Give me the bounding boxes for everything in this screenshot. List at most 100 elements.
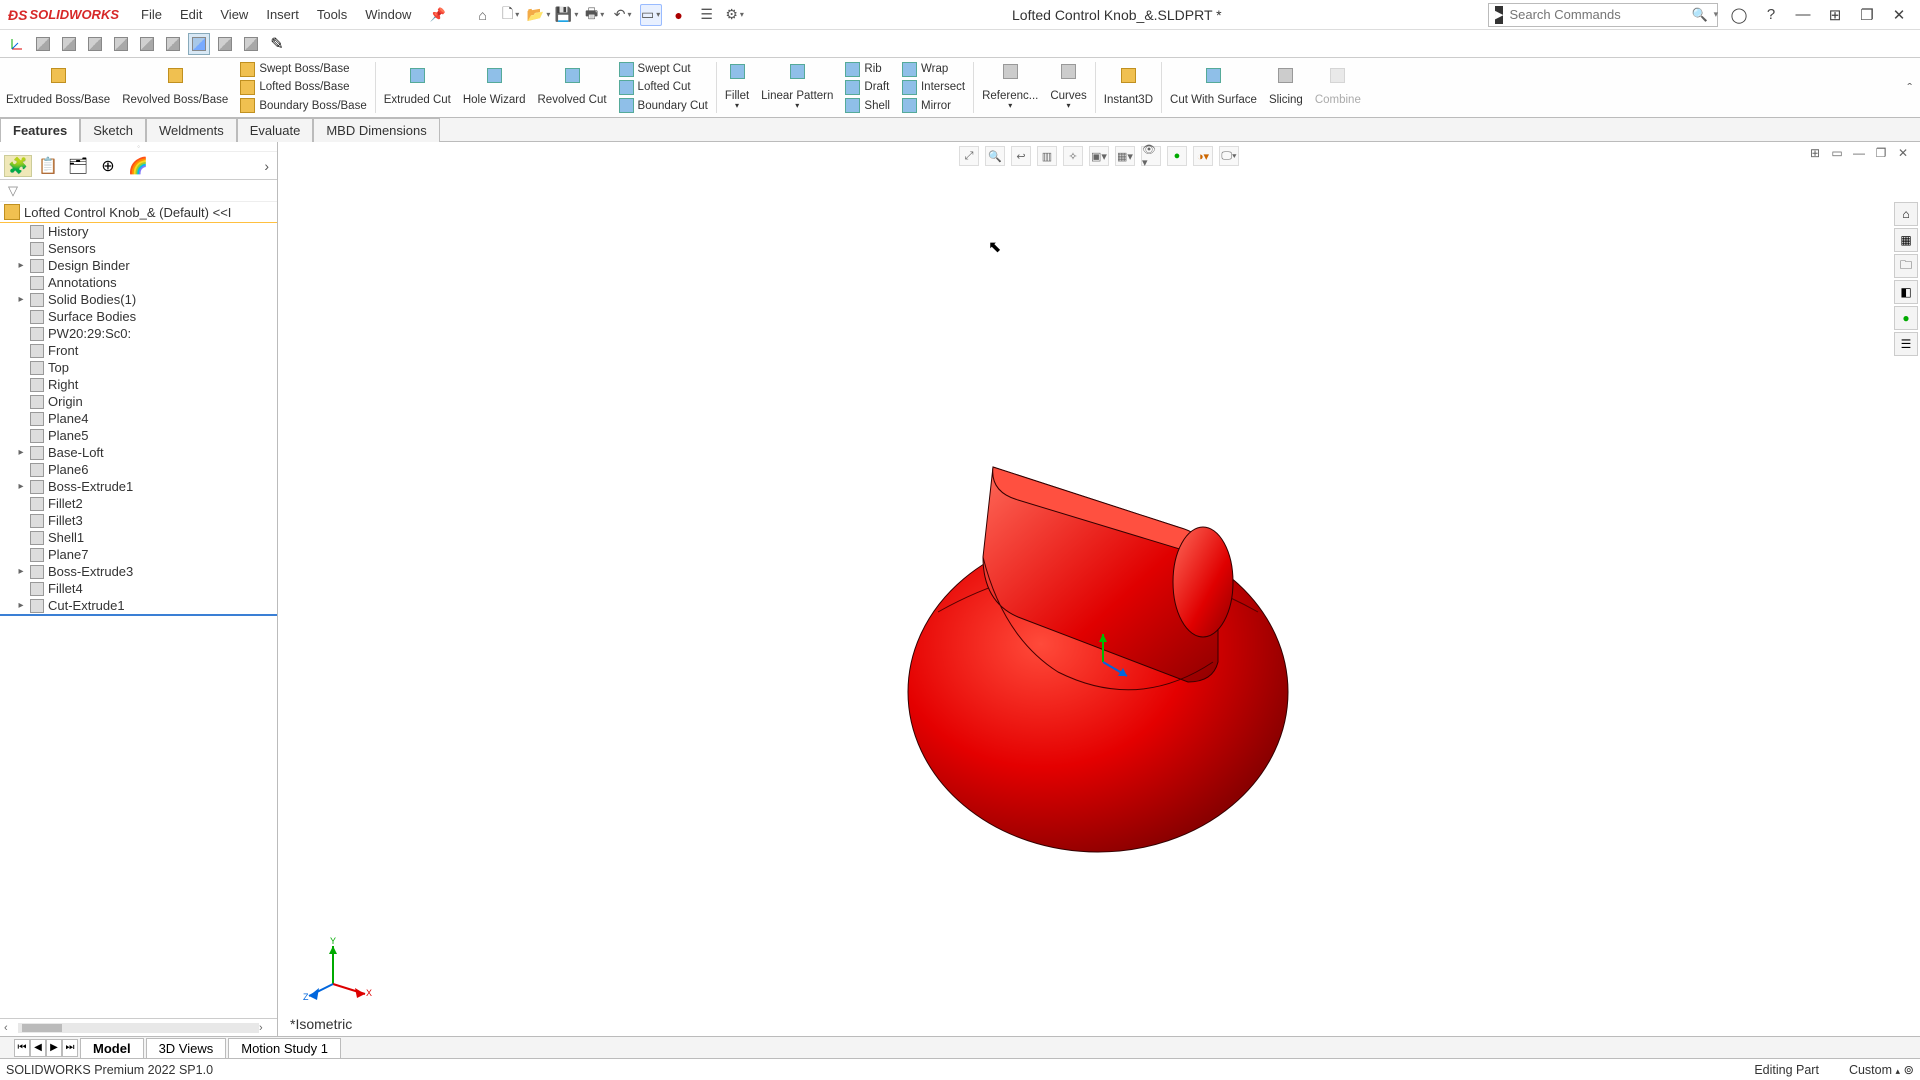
view-settings-icon[interactable]: 🖵▾ (1219, 146, 1239, 166)
restore-icon[interactable]: ❐ (1856, 6, 1878, 24)
menu-tools[interactable]: Tools (309, 3, 355, 27)
tab-model[interactable]: Model (80, 1038, 144, 1058)
apply-scene-icon[interactable]: ◑▾ (1193, 146, 1213, 166)
tree-item[interactable]: Front (0, 342, 277, 359)
tree-item[interactable]: ▸Boss-Extrude3 (0, 563, 277, 580)
intersect-button[interactable]: Intersect (902, 80, 965, 95)
search-dropdown-icon[interactable]: ▾ (1714, 9, 1719, 20)
hide-show-icon[interactable]: 👁▾ (1141, 146, 1161, 166)
view-normal-icon[interactable]: ✎ (266, 33, 288, 55)
tree-tabs-expand-icon[interactable]: › (264, 158, 269, 174)
help-icon[interactable]: ? (1760, 6, 1782, 23)
linear-pattern-button[interactable]: Linear Pattern▾ (755, 58, 839, 117)
tree-filter-icon[interactable]: ▽ (0, 180, 277, 202)
shell-button[interactable]: Shell (845, 98, 890, 113)
prev-view-icon[interactable]: ↩ (1011, 146, 1031, 166)
tree-tab-display-icon[interactable]: 🌈 (124, 155, 152, 177)
menu-pin-icon[interactable]: 📌 (421, 3, 453, 27)
extruded-cut-button[interactable]: Extruded Cut (378, 58, 457, 117)
view-bottom-icon[interactable] (162, 33, 184, 55)
tree-item[interactable]: Fillet2 (0, 495, 277, 512)
tree-item[interactable]: Plane7 (0, 546, 277, 563)
view-top-icon[interactable] (136, 33, 158, 55)
vp-restore-icon[interactable]: ❐ (1872, 146, 1890, 164)
close-icon[interactable]: ✕ (1888, 6, 1910, 24)
feature-tree-list[interactable]: HistorySensors▸Design BinderAnnotations▸… (0, 223, 277, 1018)
rail-appearances-icon[interactable]: ● (1894, 306, 1918, 330)
tree-tab-config-icon[interactable]: 🗂 (64, 155, 92, 177)
rail-design-library-icon[interactable]: ▦ (1894, 228, 1918, 252)
tree-item[interactable]: ▸Solid Bodies(1) (0, 291, 277, 308)
vp-minimize-icon[interactable]: — (1850, 146, 1868, 164)
tab-sketch[interactable]: Sketch (80, 118, 146, 142)
status-units[interactable]: Custom (1849, 1063, 1892, 1077)
mirror-button[interactable]: Mirror (902, 98, 965, 113)
rail-view-palette-icon[interactable]: ◧ (1894, 280, 1918, 304)
extruded-boss-button[interactable]: Extruded Boss/Base (0, 58, 116, 117)
edit-appearance-icon[interactable]: ● (1167, 146, 1187, 166)
select-icon[interactable]: ▭ (640, 4, 662, 26)
tab-features[interactable]: Features (0, 118, 80, 142)
curves-button[interactable]: Curves▾ (1044, 58, 1092, 117)
save-icon[interactable]: 💾 (556, 4, 578, 26)
zoom-fit-icon[interactable]: ⤢ (959, 146, 979, 166)
panel-drag-handle[interactable]: ◦ (0, 142, 277, 152)
tab-3d-views[interactable]: 3D Views (146, 1038, 227, 1058)
view-left-icon[interactable] (84, 33, 106, 55)
tree-item[interactable]: Surface Bodies (0, 308, 277, 325)
wrap-button[interactable]: Wrap (902, 62, 965, 77)
view-orientation-icon[interactable]: ▣▾ (1089, 146, 1109, 166)
tree-root-item[interactable]: Lofted Control Knob_& (Default) <<I (0, 202, 277, 223)
reference-geom-button[interactable]: Referenc...▾ (976, 58, 1044, 117)
rib-button[interactable]: Rib (845, 62, 890, 77)
tree-item[interactable]: ▸Base-Loft (0, 444, 277, 461)
status-extra-icon[interactable]: ⊚ (1904, 1063, 1914, 1077)
new-doc-icon[interactable]: 🗋 (500, 4, 522, 26)
home-icon[interactable]: ⌂ (472, 4, 494, 26)
search-icon[interactable]: 🔍 (1691, 7, 1707, 23)
revolved-cut-button[interactable]: Revolved Cut (532, 58, 613, 117)
tab-mbd[interactable]: MBD Dimensions (313, 118, 439, 142)
slicing-button[interactable]: Slicing (1263, 58, 1309, 117)
settings-gear-icon[interactable]: ⚙ (724, 4, 746, 26)
open-doc-icon[interactable]: 📂 (528, 4, 550, 26)
menu-file[interactable]: File (133, 3, 170, 27)
tree-item[interactable]: Sensors (0, 240, 277, 257)
tile-icon[interactable]: ⊞ (1824, 6, 1846, 24)
tree-item[interactable]: PW20:29:Sc0: (0, 325, 277, 342)
rail-resources-icon[interactable]: ⌂ (1894, 202, 1918, 226)
tab-nav-arrows[interactable]: ⏮◀▶⏭ (14, 1039, 78, 1057)
tree-scrollbar[interactable]: ‹› (0, 1018, 277, 1036)
tree-item[interactable]: ▸Cut-Extrude1 (0, 597, 277, 616)
origin-triad-icon[interactable] (6, 33, 28, 55)
swept-cut-button[interactable]: Swept Cut (619, 62, 708, 77)
view-right-icon[interactable] (110, 33, 132, 55)
menu-view[interactable]: View (212, 3, 256, 27)
rail-custom-props-icon[interactable]: ☰ (1894, 332, 1918, 356)
rail-file-explorer-icon[interactable]: 🗀 (1894, 254, 1918, 278)
fillet-button[interactable]: Fillet▾ (719, 58, 755, 117)
graphics-viewport[interactable]: ⤢ 🔍 ↩ ▥ ✧ ▣▾ ▦▾ 👁▾ ● ◑▾ 🖵▾ ⊞ ▭ — ❐ ✕ (278, 142, 1920, 1036)
revolved-boss-button[interactable]: Revolved Boss/Base (116, 58, 234, 117)
tree-tab-dimxpert-icon[interactable]: ⊕ (94, 155, 122, 177)
tab-evaluate[interactable]: Evaluate (237, 118, 314, 142)
instant3d-button[interactable]: Instant3D (1098, 58, 1159, 117)
tree-item[interactable]: Plane4 (0, 410, 277, 427)
ribbon-collapse-icon[interactable]: ˆ (1907, 80, 1912, 96)
tab-motion-study[interactable]: Motion Study 1 (228, 1038, 341, 1058)
tree-item[interactable]: Shell1 (0, 529, 277, 546)
view-trimetric-icon[interactable] (214, 33, 236, 55)
undo-icon[interactable]: ↶ (612, 4, 634, 26)
menu-edit[interactable]: Edit (172, 3, 210, 27)
tree-item[interactable]: ▸Boss-Extrude1 (0, 478, 277, 495)
tree-tab-feature-icon[interactable]: 🧩 (4, 155, 32, 177)
tree-item[interactable]: Top (0, 359, 277, 376)
vp-new-window-icon[interactable]: ⊞ (1806, 146, 1824, 164)
section-view-icon[interactable]: ▥ (1037, 146, 1057, 166)
tab-weldments[interactable]: Weldments (146, 118, 237, 142)
view-back-icon[interactable] (58, 33, 80, 55)
rebuild-icon[interactable]: ● (668, 4, 690, 26)
swept-boss-button[interactable]: Swept Boss/Base (240, 62, 366, 77)
display-style-icon[interactable]: ▦▾ (1115, 146, 1135, 166)
lofted-boss-button[interactable]: Lofted Boss/Base (240, 80, 366, 95)
